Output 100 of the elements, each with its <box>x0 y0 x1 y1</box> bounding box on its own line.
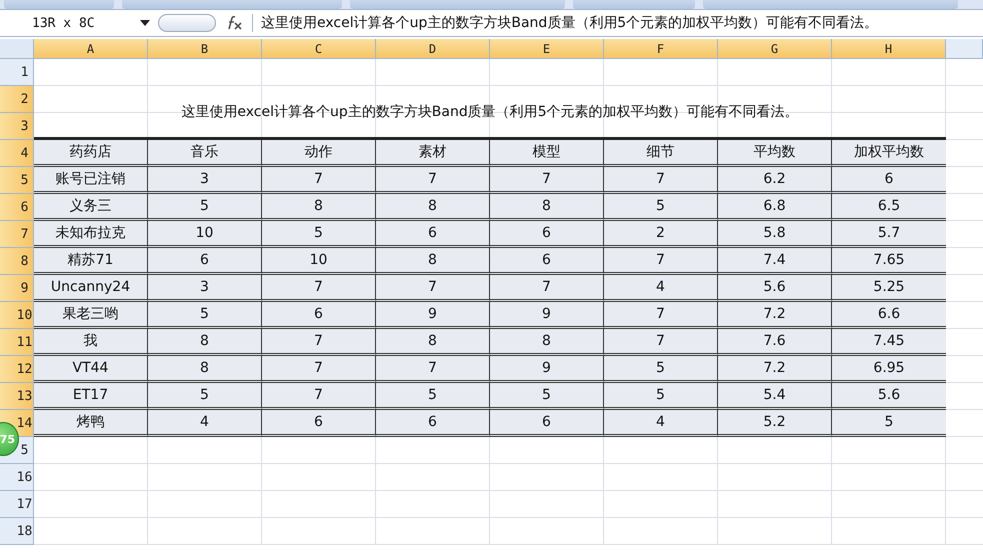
row-header[interactable]: 3 <box>0 113 34 140</box>
row-header[interactable]: 7 <box>0 221 34 248</box>
table-cell: 5 <box>604 194 718 221</box>
table-cell: 5 <box>148 383 262 410</box>
row-header[interactable]: 13 <box>0 383 34 410</box>
table-header-cell: 动作 <box>262 140 376 167</box>
table-cell: 7.45 <box>832 329 946 356</box>
table-cell: 9 <box>490 356 604 383</box>
row-header[interactable]: 11 <box>0 329 34 356</box>
table-cell: 4 <box>604 410 718 437</box>
table-cell: 6.2 <box>718 167 832 194</box>
table-cell: 7.2 <box>718 302 832 329</box>
function-icon[interactable] <box>226 16 244 30</box>
column-header[interactable]: G <box>718 39 832 59</box>
table-cell: 6 <box>262 302 376 329</box>
table-cell: 8 <box>376 248 490 275</box>
row-header[interactable]: 4 <box>0 140 34 167</box>
table-cell: 7 <box>604 248 718 275</box>
table-cell: 6.95 <box>832 356 946 383</box>
table-cell: 10 <box>148 221 262 248</box>
table-cell: 7.4 <box>718 248 832 275</box>
table-cell: VT44 <box>34 356 148 383</box>
name-box[interactable]: 13R x 8C <box>0 16 140 30</box>
table-cell: 7.65 <box>832 248 946 275</box>
table-cell: Uncanny24 <box>34 275 148 302</box>
table-header-cell: 细节 <box>604 140 718 167</box>
formula-field[interactable]: 这里使用excel计算各个up主的数字方块Band质量（利用5个元素的加权平均数）可能有不同看法。 <box>252 14 983 32</box>
table-cell: 7 <box>262 167 376 194</box>
table-cell: 7 <box>376 167 490 194</box>
table-cell: 4 <box>148 410 262 437</box>
table-cell: 5 <box>262 221 376 248</box>
table-cell: 3 <box>148 275 262 302</box>
table-cell: 7 <box>490 275 604 302</box>
table-cell: 8 <box>490 329 604 356</box>
column-header[interactable]: F <box>604 39 718 59</box>
table-header-cell: 平均数 <box>718 140 832 167</box>
table-cell: 6 <box>262 410 376 437</box>
table-cell: 7.6 <box>718 329 832 356</box>
table-cell: 6 <box>148 248 262 275</box>
table-cell: 5.2 <box>718 410 832 437</box>
table-cell: 8 <box>148 356 262 383</box>
row-header[interactable]: 17 <box>0 491 34 518</box>
table-cell: 5 <box>604 383 718 410</box>
table-header-cell: 素材 <box>376 140 490 167</box>
table-cell: 5.7 <box>832 221 946 248</box>
column-header[interactable]: E <box>490 39 604 59</box>
row-header[interactable]: 1 <box>0 59 34 86</box>
table-cell: 6.6 <box>832 302 946 329</box>
row-header[interactable]: 5 <box>0 167 34 194</box>
table-cell: 7 <box>262 356 376 383</box>
dropdown-caret-icon[interactable] <box>140 20 150 26</box>
row-header[interactable]: 8 <box>0 248 34 275</box>
table-cell: 7 <box>262 383 376 410</box>
table-cell: 5.6 <box>832 383 946 410</box>
table-cell: 9 <box>376 302 490 329</box>
table-cell: 5 <box>604 356 718 383</box>
table-cell: 9 <box>490 302 604 329</box>
column-header[interactable]: D <box>376 39 490 59</box>
table-cell: 6 <box>832 167 946 194</box>
table-cell: 5 <box>832 410 946 437</box>
table-cell: 未知布拉克 <box>34 221 148 248</box>
row-header[interactable]: 2 <box>0 86 34 113</box>
resize-handle[interactable] <box>158 14 216 32</box>
table-header-cell: 音乐 <box>148 140 262 167</box>
table-cell: 7 <box>376 356 490 383</box>
table-cell: 烤鸭 <box>34 410 148 437</box>
table-cell: 6 <box>376 410 490 437</box>
table-header-cell: 药药店 <box>34 140 148 167</box>
table-cell: 8 <box>376 194 490 221</box>
table-cell: 7 <box>604 329 718 356</box>
table-cell: 我 <box>34 329 148 356</box>
table-cell: 果老三哟 <box>34 302 148 329</box>
table-cell: 6 <box>490 410 604 437</box>
column-header[interactable]: A <box>34 39 148 59</box>
table-cell: 8 <box>148 329 262 356</box>
column-header[interactable]: C <box>262 39 376 59</box>
column-header[interactable] <box>946 39 983 59</box>
table-cell: 6 <box>490 248 604 275</box>
table-cell: 7 <box>262 275 376 302</box>
table-cell: 6 <box>490 221 604 248</box>
table-cell: 5.6 <box>718 275 832 302</box>
select-all-corner[interactable] <box>0 39 34 59</box>
table-cell: 义务三 <box>34 194 148 221</box>
table-cell: 6.8 <box>718 194 832 221</box>
row-header[interactable]: 6 <box>0 194 34 221</box>
row-header[interactable]: 9 <box>0 275 34 302</box>
row-header[interactable]: 18 <box>0 518 34 545</box>
table-cell: 7 <box>604 302 718 329</box>
table-cell: 10 <box>262 248 376 275</box>
table-cell: 7 <box>262 329 376 356</box>
table-cell: 8 <box>376 329 490 356</box>
table-header-cell: 模型 <box>490 140 604 167</box>
column-header[interactable]: H <box>832 39 946 59</box>
table-cell: 7 <box>490 167 604 194</box>
row-header[interactable]: 12 <box>0 356 34 383</box>
row-header[interactable]: 10 <box>0 302 34 329</box>
row-header[interactable]: 16 <box>0 464 34 491</box>
table-cell: 5.4 <box>718 383 832 410</box>
table-cell: 5 <box>148 194 262 221</box>
column-header[interactable]: B <box>148 39 262 59</box>
